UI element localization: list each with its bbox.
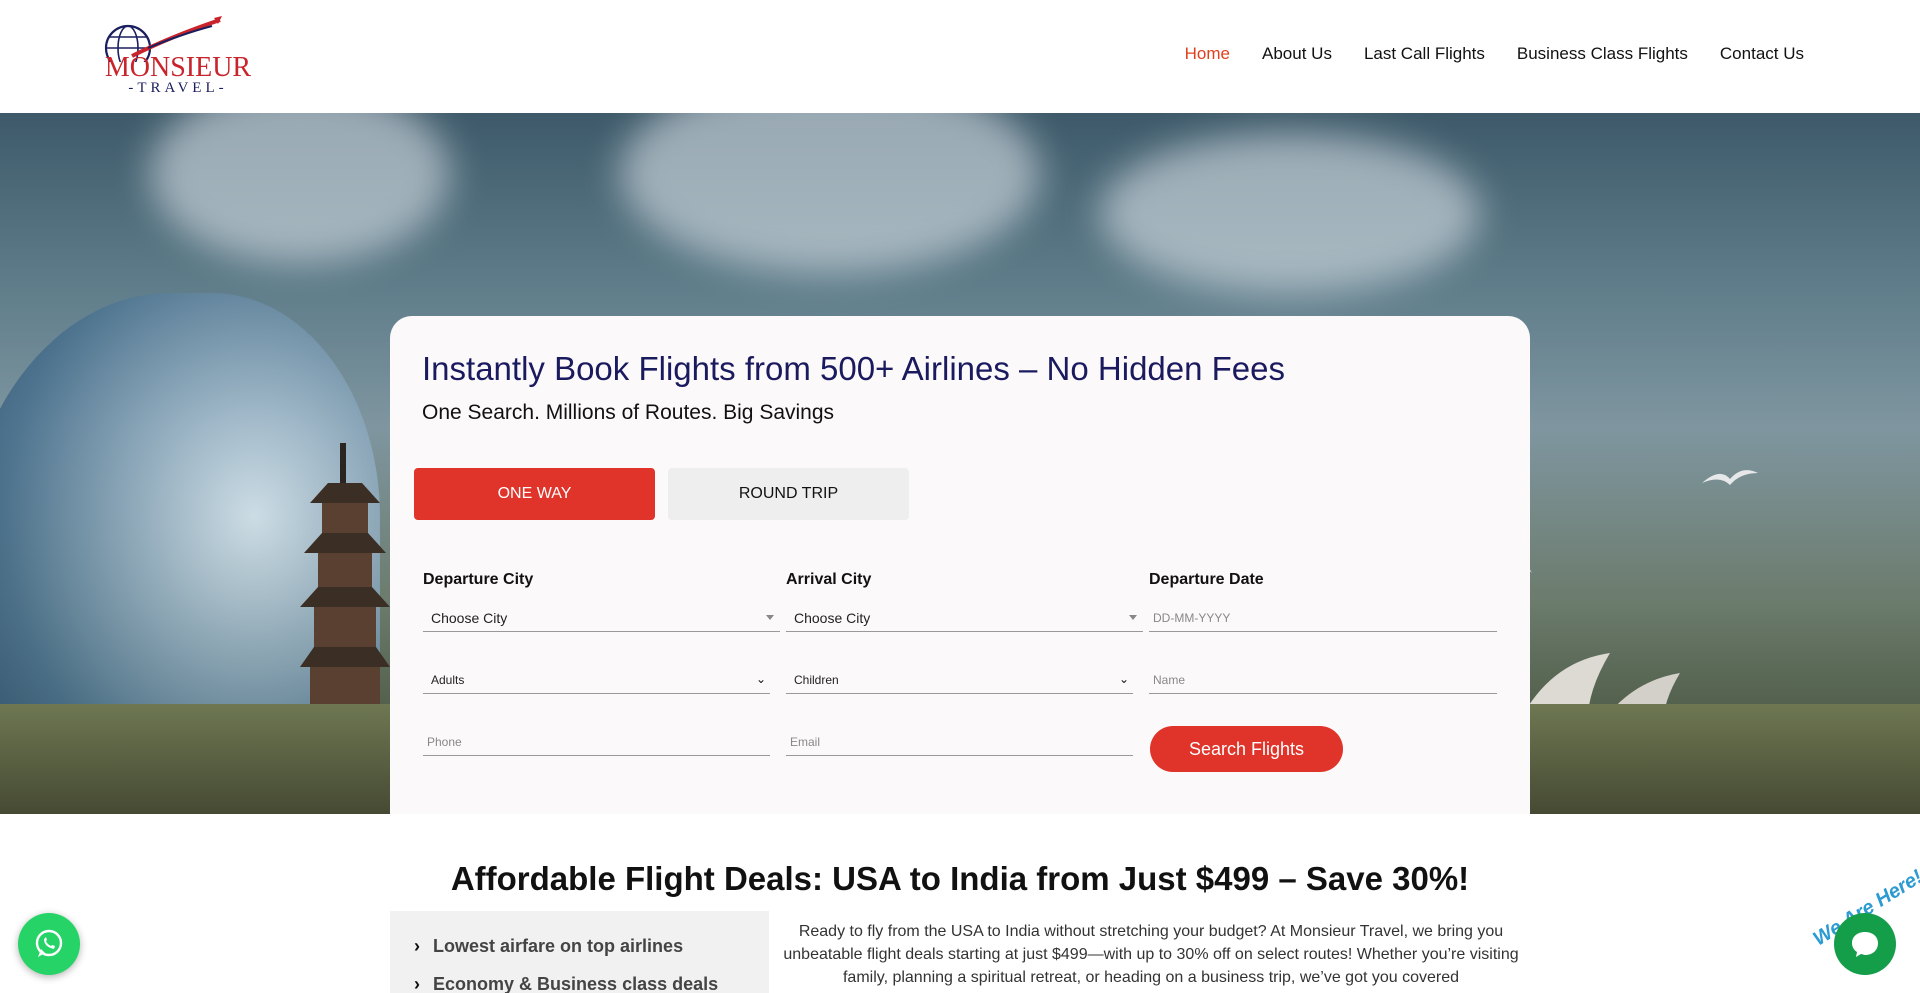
deals-description: Ready to fly from the USA to India witho… (783, 923, 1519, 986)
site-logo[interactable]: MONSIEUR -TRAVEL- (100, 16, 256, 100)
site-header: MONSIEUR -TRAVEL- Home About Us Last Cal… (0, 0, 1920, 113)
departure-city-value: Choose City (431, 609, 508, 626)
nav-last-call-flights[interactable]: Last Call Flights (1364, 44, 1485, 64)
chat-button[interactable] (1834, 913, 1896, 975)
chevron-right-icon: › (414, 936, 420, 956)
arrival-city-select[interactable]: Choose City (786, 604, 1143, 632)
whatsapp-icon (35, 929, 63, 957)
name-placeholder: Name (1153, 672, 1186, 687)
departure-city-select[interactable]: Choose City (423, 604, 780, 632)
email-placeholder: Email (790, 734, 821, 749)
arrival-city-value: Choose City (794, 609, 871, 626)
nav-home[interactable]: Home (1185, 44, 1230, 64)
chevron-down-icon: ⌄ (755, 672, 766, 686)
children-value: Children (794, 672, 839, 687)
chat-bubble-icon (1852, 932, 1878, 957)
flight-search-card: Instantly Book Flights from 500+ Airline… (390, 316, 1530, 814)
dropdown-caret-icon (1129, 615, 1137, 620)
hero-cloud (620, 113, 1040, 273)
departure-city-label: Departure City (423, 571, 534, 588)
live-chat-widget[interactable]: We Are Here! (1792, 866, 1920, 993)
main-nav: Home About Us Last Call Flights Business… (1185, 44, 1804, 64)
phone-placeholder: Phone (427, 734, 462, 749)
whatsapp-button[interactable] (18, 913, 80, 975)
hero-cloud (1100, 133, 1480, 293)
dropdown-caret-icon (766, 615, 774, 620)
phone-input[interactable]: Phone (423, 728, 770, 756)
one-way-tab[interactable]: ONE WAY (414, 468, 655, 520)
search-flights-button[interactable]: Search Flights (1150, 726, 1343, 772)
seagull-image (1702, 470, 1758, 485)
nav-business-class-flights[interactable]: Business Class Flights (1517, 44, 1688, 64)
departure-date-label: Departure Date (1149, 571, 1264, 588)
nav-about-us[interactable]: About Us (1262, 44, 1332, 64)
hero-banner: Instantly Book Flights from 500+ Airline… (0, 113, 1920, 814)
nav-contact-us[interactable]: Contact Us (1720, 44, 1804, 64)
adults-value: Adults (431, 672, 465, 687)
departure-date-placeholder: DD-MM-YYYY (1153, 610, 1231, 625)
round-trip-tab[interactable]: ROUND TRIP (668, 468, 909, 520)
hero-cloud (150, 113, 450, 263)
adults-select[interactable]: Adults ⌄ (423, 666, 770, 694)
chevron-right-icon: › (414, 974, 420, 993)
deals-heading: Affordable Flight Deals: USA to India fr… (450, 860, 1470, 897)
email-input[interactable]: Email (786, 728, 1133, 756)
hero-subtitle: One Search. Millions of Routes. Big Savi… (422, 401, 835, 424)
list-item-label: Lowest airfare on top airlines (433, 936, 684, 956)
name-input[interactable]: Name (1149, 666, 1497, 694)
children-select[interactable]: Children ⌄ (786, 666, 1133, 694)
list-item-label: Economy & Business class deals (433, 974, 719, 993)
list-item: › Lowest airfare on top airlines (414, 936, 683, 957)
deals-feature-list: › Lowest airfare on top airlines › Econo… (390, 911, 769, 993)
list-item: › Economy & Business class deals (414, 974, 718, 993)
hero-title: Instantly Book Flights from 500+ Airline… (422, 350, 1286, 387)
chevron-down-icon: ⌄ (1118, 672, 1129, 686)
arrival-city-label: Arrival City (786, 571, 872, 588)
logo-sub-text: -TRAVEL- (128, 80, 228, 96)
departure-date-input[interactable]: DD-MM-YYYY (1149, 604, 1497, 632)
